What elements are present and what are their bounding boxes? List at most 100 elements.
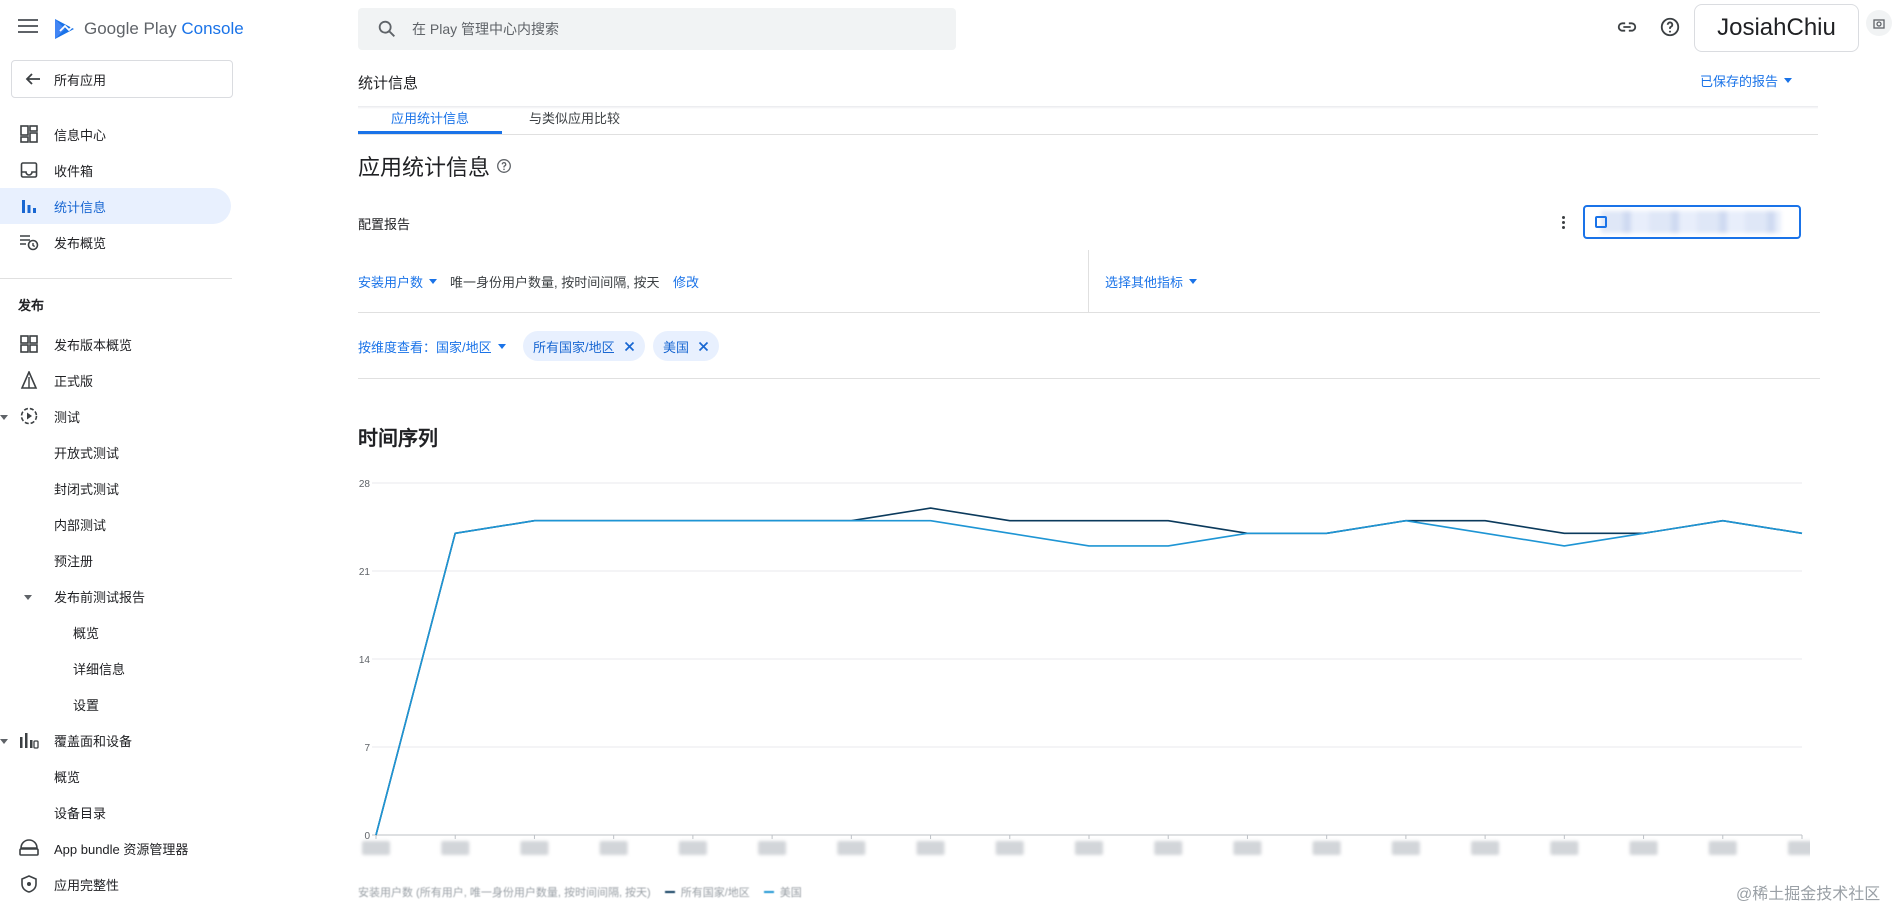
arrow-back-icon <box>25 73 40 85</box>
account-name-button[interactable]: JosiahChiu <box>1694 4 1859 52</box>
reach-devices-icon <box>19 730 39 750</box>
time-series-chart: 0 7 14 21 28 <box>359 479 1810 855</box>
sidebar-item-closed-testing[interactable]: 封闭式测试 <box>0 470 119 506</box>
sidebar-item-label: 信息中心 <box>54 127 107 143</box>
x-tick-label-redacted <box>362 841 390 855</box>
sidebar-item-label: 预注册 <box>54 553 94 569</box>
sidebar-item-label: 发布前测试报告 <box>54 589 146 605</box>
x-tick-label-redacted <box>1708 841 1737 855</box>
chip-all-countries[interactable]: 所有国家/地区 <box>523 331 645 361</box>
link-icon[interactable] <box>1614 14 1640 40</box>
production-icon <box>19 370 39 390</box>
sidebar-item-pre-registration[interactable]: 预注册 <box>0 542 93 578</box>
side-navigation: 所有应用 信息中心 收件箱 统计信息 发布概览 发布 发布版本概览 正式版 测试… <box>0 58 240 907</box>
x-tick-label-redacted <box>1788 841 1810 855</box>
edit-metric-link[interactable]: 修改 <box>673 272 699 291</box>
chart-series <box>375 507 1803 836</box>
sidebar-item-label: 统计信息 <box>54 199 107 215</box>
chevron-down-icon <box>497 344 506 349</box>
legend-series-all: 所有国家/地区 <box>680 887 750 899</box>
sidebar-item-reach-overview[interactable]: 概览 <box>0 758 80 794</box>
logo-product-text: Console <box>181 19 244 38</box>
sidebar-item-internal-testing[interactable]: 内部测试 <box>0 506 106 542</box>
menu-icon[interactable] <box>18 19 38 39</box>
sidebar-item-open-testing[interactable]: 开放式测试 <box>0 434 119 470</box>
sidebar-item-inbox[interactable]: 收件箱 <box>0 152 93 188</box>
sidebar-item-testing[interactable]: 测试 <box>0 398 80 434</box>
other-metric-label: 选择其他指标 <box>1105 275 1184 290</box>
help-icon[interactable] <box>1657 14 1683 40</box>
play-console-app: Google Play Console JosiahChiu 所有应用 信息中 <box>0 0 1903 907</box>
tab-app-statistics[interactable]: 应用统计信息 <box>358 108 502 134</box>
x-tick-label-redacted <box>1075 841 1103 855</box>
sidebar-item-label: 设备目录 <box>54 805 107 821</box>
date-range-picker[interactable] <box>1583 205 1801 239</box>
saved-reports-dropdown[interactable]: 已保存的报告 <box>1700 71 1793 90</box>
series-line-0 <box>375 507 1803 836</box>
chevron-down-icon <box>429 279 438 284</box>
metric-dropdown[interactable]: 安装用户数 <box>358 272 438 291</box>
x-tick-label-redacted <box>1154 841 1183 855</box>
sidebar-item-releases-overview[interactable]: 发布版本概览 <box>0 326 132 362</box>
metric-divider <box>1088 250 1089 313</box>
sidebar-item-prelaunch-report[interactable]: 发布前测试报告 <box>0 578 145 614</box>
sidebar-item-prelaunch-settings[interactable]: 设置 <box>0 686 99 722</box>
chevron-down-icon <box>1189 279 1198 284</box>
series-line-1 <box>375 519 1803 836</box>
x-tick-label-redacted <box>1629 841 1658 855</box>
sidebar-item-label: 概览 <box>73 625 100 641</box>
sidebar-item-device-catalog[interactable]: 设备目录 <box>0 794 106 830</box>
close-icon[interactable] <box>698 341 709 352</box>
sidebar-item-publishing-overview[interactable]: 发布概览 <box>0 224 106 260</box>
legend-caption: 安装用户数 (所有用户, 唯一身份用户数量, 按时间间隔, 按天) <box>358 887 651 899</box>
legend-swatch <box>763 891 774 893</box>
publishing-overview-icon <box>19 232 39 252</box>
sidebar-item-prelaunch-overview[interactable]: 概览 <box>0 614 99 650</box>
inbox-icon <box>19 160 39 180</box>
dimension-dropdown[interactable]: 按维度查看：国家/地区 <box>358 337 506 356</box>
x-tick-label-redacted <box>837 841 866 855</box>
chart-legend: 安装用户数 (所有用户, 唯一身份用户数量, 按时间间隔, 按天) 所有国家/地… <box>358 884 802 900</box>
x-tick-label-redacted <box>1550 841 1579 855</box>
dimension-row: 按维度查看：国家/地区 所有国家/地区 美国 <box>358 315 1820 379</box>
sidebar-item-app-bundle-explorer[interactable]: App bundle 资源管理器 <box>0 830 188 866</box>
account-switch-icon[interactable] <box>1866 10 1892 36</box>
tab-bar: 应用统计信息 与类似应用比较 <box>358 108 1818 135</box>
chip-label: 所有国家/地区 <box>533 339 615 355</box>
x-tick-label-redacted <box>599 841 628 855</box>
sidebar-item-reach-devices[interactable]: 覆盖面和设备 <box>0 722 132 758</box>
sidebar-item-label: 测试 <box>54 409 81 425</box>
close-icon[interactable] <box>624 341 635 352</box>
sidebar-item-prelaunch-details[interactable]: 详细信息 <box>0 650 125 686</box>
search-bar[interactable] <box>358 8 956 50</box>
config-report-label: 配置报告 <box>358 217 411 232</box>
sidebar-item-dashboard[interactable]: 信息中心 <box>0 116 106 152</box>
chip-label: 美国 <box>663 339 690 355</box>
chart-title: 时间序列 <box>358 428 438 450</box>
sidebar-section-release: 发布 <box>18 298 45 313</box>
all-apps-button[interactable]: 所有应用 <box>11 60 233 98</box>
releases-overview-icon <box>19 334 39 354</box>
sidebar-item-label: 发布概览 <box>54 235 107 251</box>
chip-united-states[interactable]: 美国 <box>653 331 720 361</box>
saved-reports-label: 已保存的报告 <box>1700 74 1779 89</box>
search-input[interactable] <box>412 21 892 37</box>
sidebar-item-production[interactable]: 正式版 <box>0 362 93 398</box>
help-icon[interactable] <box>496 158 512 174</box>
calendar-icon <box>1595 216 1607 228</box>
play-console-logo[interactable]: Google Play Console <box>52 17 244 41</box>
chart-y-axis: 0 7 14 21 28 <box>359 479 371 842</box>
sidebar-item-label: 正式版 <box>54 373 94 389</box>
x-tick-label-redacted <box>1471 841 1500 855</box>
metric-description: 唯一身份用户数量, 按时间间隔, 按天 <box>450 275 660 290</box>
other-metric-dropdown[interactable]: 选择其他指标 <box>1105 272 1198 291</box>
more-options-icon[interactable] <box>1556 210 1570 234</box>
search-icon <box>378 20 395 37</box>
x-tick-label-redacted <box>1312 841 1341 855</box>
sidebar-item-app-integrity[interactable]: 应用完整性 <box>0 866 119 902</box>
bar-chart-icon <box>19 196 39 216</box>
sidebar-item-statistics[interactable]: 统计信息 <box>0 188 231 224</box>
sidebar-item-label: 设置 <box>73 697 100 713</box>
chevron-down-icon <box>1784 78 1793 83</box>
tab-peer-comparison[interactable]: 与类似应用比较 <box>529 108 620 134</box>
